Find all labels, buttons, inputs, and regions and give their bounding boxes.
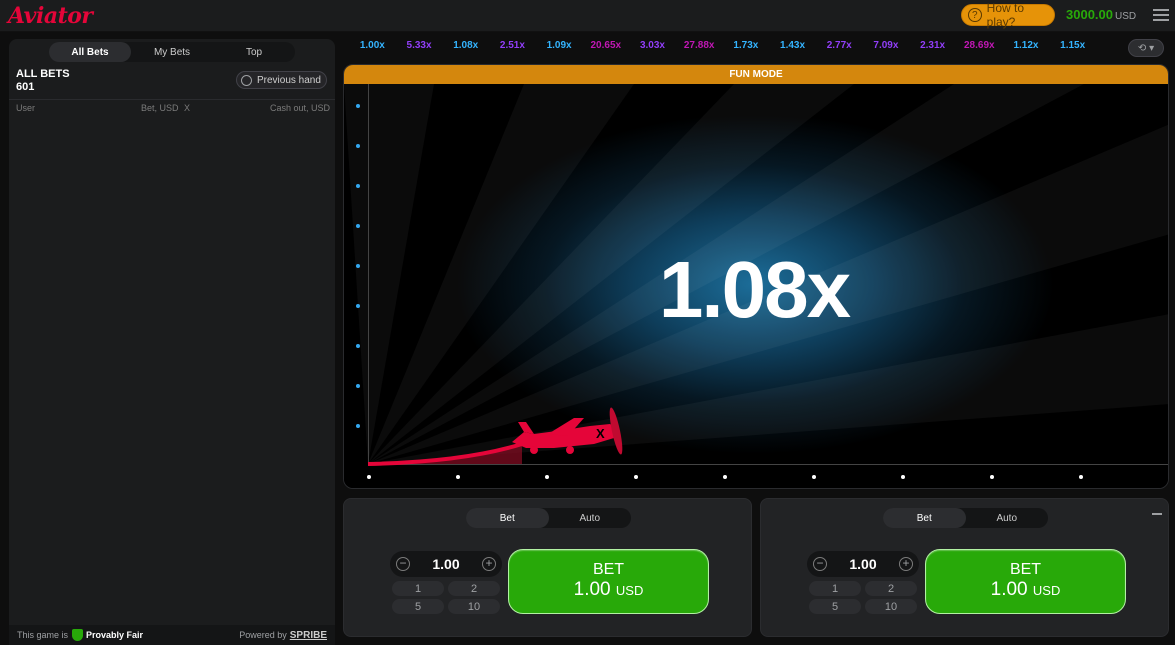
how-to-play-button[interactable]: ? How to play? [961, 1, 1055, 29]
previous-hand-button[interactable]: Previous hand [236, 71, 327, 89]
history-multiplier[interactable]: 1.12x [1003, 40, 1050, 56]
history-multiplier[interactable]: 20.65x [582, 40, 629, 56]
stake-stepper: − 1.00 + [807, 551, 919, 577]
footer-prefix: This game is [17, 630, 69, 640]
history-multiplier[interactable]: 1.08x [442, 40, 489, 56]
history-icon: ⟲ ▾ [1137, 42, 1155, 54]
history-multiplier[interactable]: 27.88x [676, 40, 723, 56]
bet-mode-tabs: Bet Auto [883, 508, 1048, 528]
bet-button[interactable]: BET 1.00 USD [925, 549, 1126, 614]
tab-my-bets[interactable]: My Bets [131, 42, 213, 62]
current-multiplier: 1.08x [658, 245, 851, 334]
bet-button-label: BET [1009, 561, 1042, 578]
fun-mode-banner: FUN MODE [344, 65, 1168, 84]
bet-button-currency: USD [1032, 583, 1061, 598]
stake-input[interactable]: 1.00 [849, 556, 876, 572]
column-cashout: Cash out, USD [270, 103, 331, 113]
history-multiplier[interactable]: 1.09x [536, 40, 583, 56]
shield-check-icon [72, 629, 84, 641]
tab-bet[interactable]: Bet [466, 508, 549, 528]
remove-panel-icon[interactable] [1152, 513, 1162, 515]
all-bets-count: 601 [16, 81, 35, 93]
tab-auto[interactable]: Auto [966, 508, 1049, 528]
bet-button-amount: 1.00 [990, 579, 1028, 600]
bet-button-label: BET [592, 561, 625, 578]
stake-control: − 1.00 + 1 2 5 10 [390, 551, 502, 616]
aviator-logo[interactable]: Aviator [8, 3, 93, 29]
history-multiplier[interactable]: 5.33x [396, 40, 443, 56]
flight-stage: 1.08x X [344, 84, 1168, 488]
history-multiplier[interactable]: 1.43x [769, 40, 816, 56]
bet-panel-2: Bet Auto − 1.00 + 1 2 5 10 BET 1.00 USD [760, 498, 1169, 637]
all-bets-title: ALL BETS [16, 68, 70, 80]
stake-input[interactable]: 1.00 [432, 556, 459, 572]
bets-tabs: All Bets My Bets Top [49, 42, 295, 62]
quick-amount-button[interactable]: 10 [865, 599, 917, 614]
column-x: X [184, 103, 191, 113]
airplane-icon: X [512, 407, 623, 455]
game-canvas: FUN MODE 1.08x X [343, 64, 1169, 489]
powered-by: Powered by [239, 630, 287, 640]
panel-footer: This game is Provably Fair Powered by SP… [9, 625, 335, 645]
history-toggle-button[interactable]: ⟲ ▾ [1128, 39, 1164, 57]
balance-amount: 3000.00 [1066, 7, 1113, 22]
quick-amount-button[interactable]: 1 [392, 581, 444, 596]
hamburger-menu-icon[interactable] [1153, 9, 1169, 21]
bet-mode-tabs: Bet Auto [466, 508, 631, 528]
history-multiplier[interactable]: 2.51x [489, 40, 536, 56]
provably-fair-label: Provably Fair [86, 630, 144, 640]
tab-bet[interactable]: Bet [883, 508, 966, 528]
plus-icon[interactable]: + [899, 557, 913, 571]
tab-top[interactable]: Top [213, 42, 295, 62]
history-icon [241, 74, 252, 86]
quick-amount-button[interactable]: 2 [865, 581, 917, 596]
bet-button-amount: 1.00 [573, 579, 611, 600]
quick-amount-button[interactable]: 5 [392, 599, 444, 614]
stake-control: − 1.00 + 1 2 5 10 [807, 551, 919, 616]
history-multiplier[interactable]: 2.31x [909, 40, 956, 56]
history-multiplier[interactable]: 1.15x [1049, 40, 1096, 56]
quick-amount-button[interactable]: 5 [809, 599, 861, 614]
previous-hand-label: Previous hand [257, 74, 321, 86]
bet-button-amount-line: 1.00 USD [926, 579, 1125, 602]
bet-button-currency: USD [615, 583, 644, 598]
bets-panel: All Bets My Bets Top ALL BETS 601 Previo… [9, 39, 335, 645]
plus-icon[interactable]: + [482, 557, 496, 571]
provably-fair-link[interactable]: Provably Fair [72, 629, 143, 641]
balance: 3000.00 USD [1066, 7, 1136, 22]
balance-currency: USD [1115, 11, 1137, 22]
bet-panel-1: Bet Auto − 1.00 + 1 2 5 10 BET 1.00 USD [343, 498, 752, 637]
spribe-logo[interactable]: SPRIBE [290, 630, 327, 641]
bet-button[interactable]: BET 1.00 USD [508, 549, 709, 614]
history-multiplier[interactable]: 2.77x [816, 40, 863, 56]
bet-button-amount-line: 1.00 USD [509, 579, 708, 602]
top-bar: Aviator ? How to play? 3000.00 USD [0, 0, 1175, 32]
question-icon: ? [968, 8, 982, 22]
how-to-play-label: How to play? [986, 1, 1025, 29]
divider [9, 99, 335, 100]
column-bet: Bet, USD [141, 103, 179, 113]
svg-text:X: X [596, 426, 605, 441]
history-multiplier[interactable]: 1.00x [349, 40, 396, 56]
multiplier-history: 1.00x 5.33x 1.08x 2.51x 1.09x 20.65x 3.03x 27.8… [349, 40, 1124, 56]
history-multiplier[interactable]: 7.09x [863, 40, 910, 56]
quick-amount-button[interactable]: 10 [448, 599, 500, 614]
stake-stepper: − 1.00 + [390, 551, 502, 577]
minus-icon[interactable]: − [396, 557, 410, 571]
history-multiplier[interactable]: 3.03x [629, 40, 676, 56]
history-multiplier[interactable]: 28.69x [956, 40, 1003, 56]
tab-all-bets[interactable]: All Bets [49, 42, 131, 62]
column-user: User [16, 103, 36, 113]
history-multiplier[interactable]: 1.73x [723, 40, 770, 56]
minus-icon[interactable]: − [813, 557, 827, 571]
tab-auto[interactable]: Auto [549, 508, 632, 528]
quick-amount-button[interactable]: 1 [809, 581, 861, 596]
quick-amount-button[interactable]: 2 [448, 581, 500, 596]
